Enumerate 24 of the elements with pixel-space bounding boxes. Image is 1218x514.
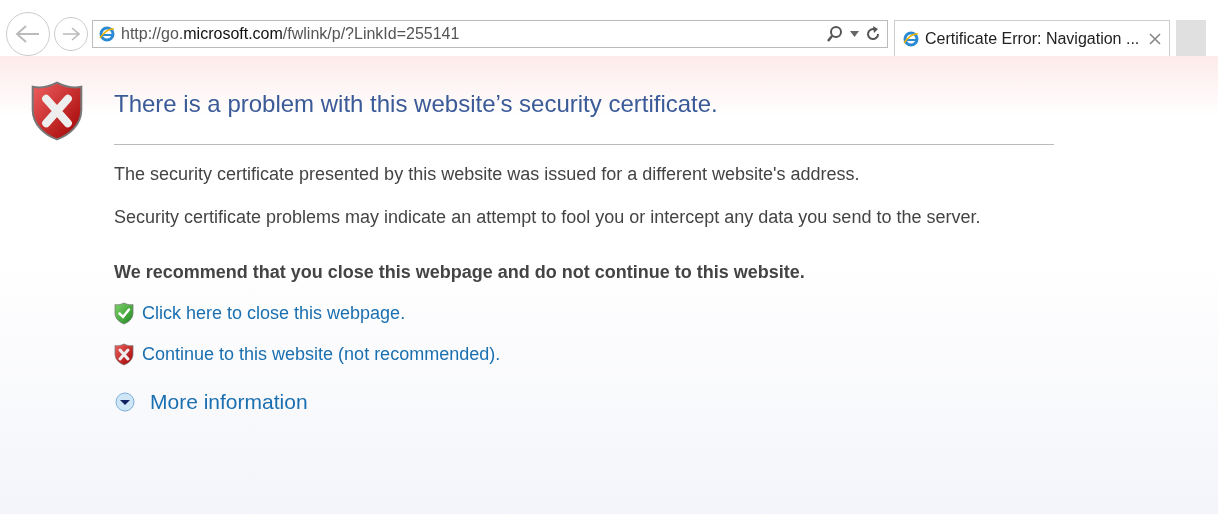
shield-check-icon — [114, 302, 134, 325]
close-icon[interactable] — [1149, 32, 1161, 45]
search-icon[interactable] — [826, 25, 844, 43]
close-page-link[interactable]: Click here to close this webpage. — [142, 300, 406, 327]
browser-logo-icon — [99, 26, 115, 42]
message-paragraph: Security certificate problems may indicate an attempt to fool you or intercept any data you send to the server. — [114, 206, 982, 229]
continue-link[interactable]: Continue to this website (not recommended). — [142, 341, 501, 368]
expand-icon[interactable] — [114, 390, 136, 413]
refresh-icon[interactable] — [865, 25, 881, 43]
message-paragraph: The security certificate presented by this website was issued for a different website's address. — [114, 163, 861, 186]
recommendation-text: We recommend that you close this webpage and do not continue to this website. — [114, 261, 806, 284]
address-text: http://go.microsoft.com/fwlink/p/?LinkId=255141 — [121, 24, 461, 44]
back-arrow-icon — [15, 24, 41, 44]
shield-x-icon — [30, 80, 84, 143]
dropdown-caret-icon[interactable] — [850, 31, 859, 37]
browser-logo-icon — [903, 30, 919, 47]
scroll-area — [1176, 20, 1206, 56]
page-title: There is a problem with this website’s security certificate. — [114, 88, 1054, 145]
more-information-link[interactable]: More information — [150, 386, 308, 418]
address-bar[interactable]: http://go.microsoft.com/fwlink/p/?LinkId=255141 — [92, 20, 888, 48]
shield-x-icon — [114, 343, 134, 366]
browser-tab[interactable]: Certificate Error: Navigation ... — [894, 20, 1170, 56]
tab-title: Certificate Error: Navigation ... — [925, 28, 1141, 49]
forward-arrow-icon — [62, 27, 80, 41]
